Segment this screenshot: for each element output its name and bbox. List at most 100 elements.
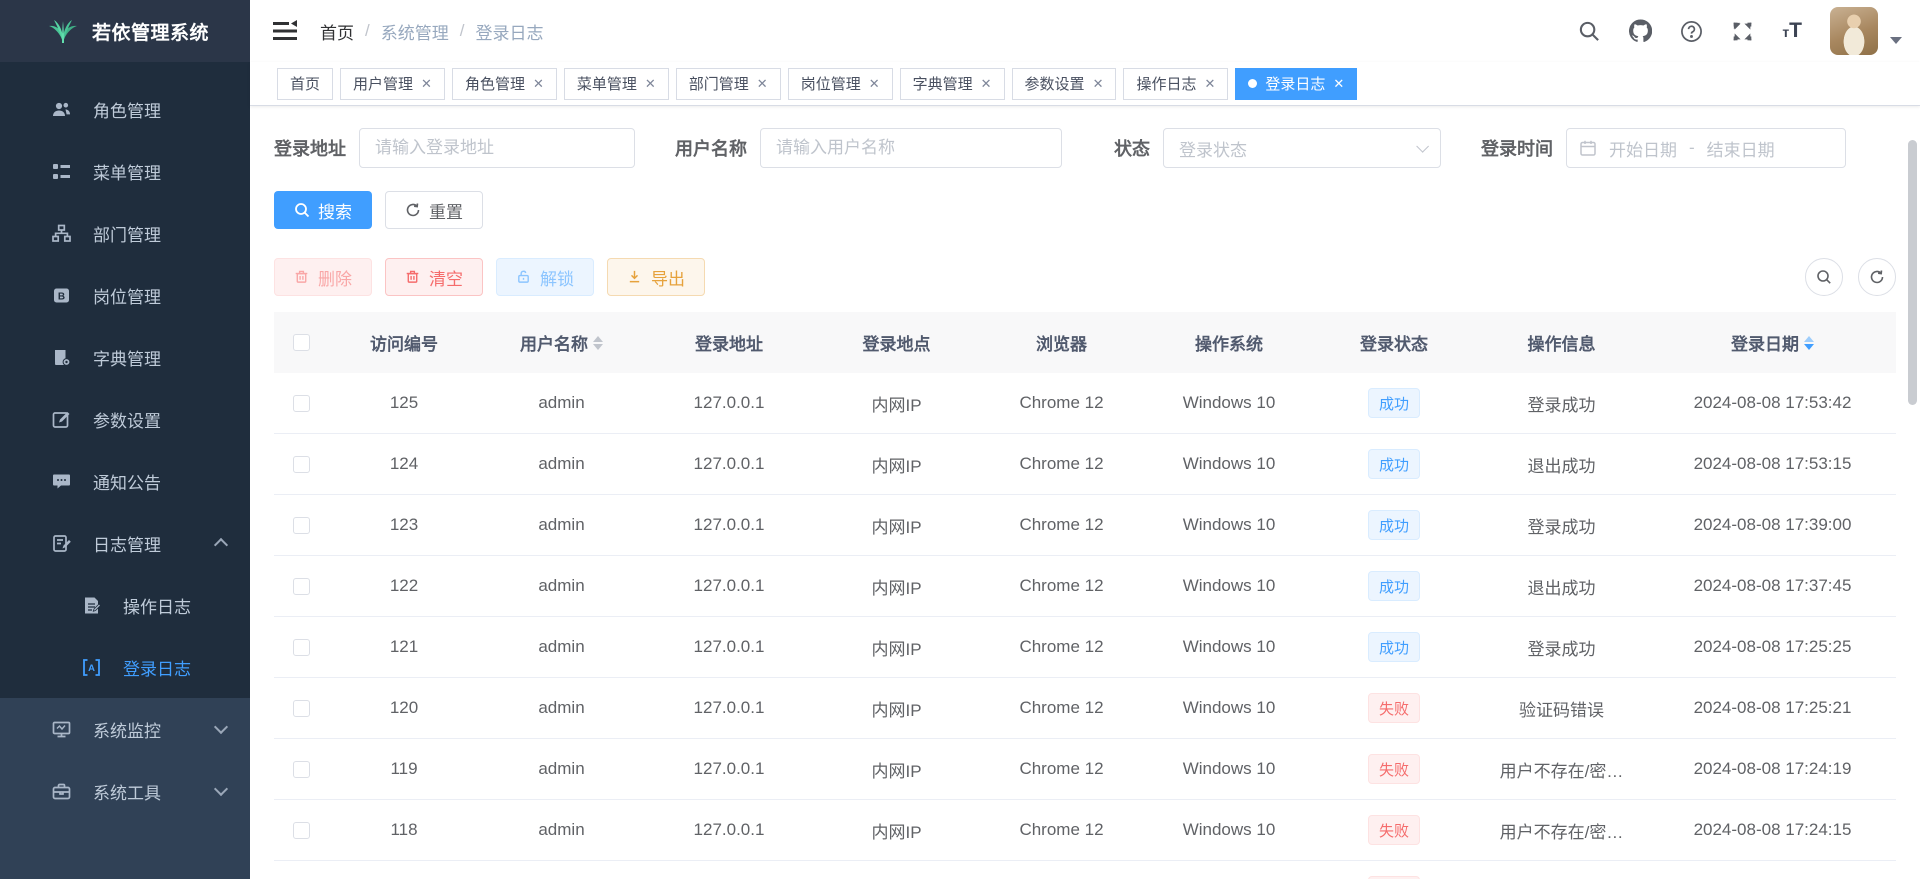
close-icon[interactable]: ✕ [1093,76,1104,92]
cell-message: 验证码错误 [1519,700,1604,720]
tab-部门管理[interactable]: 部门管理 ✕ [675,67,781,100]
row-checkbox[interactable] [293,577,310,595]
row-checkbox[interactable] [293,394,310,412]
username-input[interactable] [760,128,1062,168]
row-checkbox[interactable] [293,638,310,656]
tab-label: 角色管理 [464,76,525,93]
table-row[interactable]: 121 admin 127.0.0.1 内网IP Chrome 12 Windows 10… [274,617,1896,678]
cell-location: 内网IP [871,578,922,598]
sidebar-item-7[interactable]: 参数设置 [0,388,250,450]
table-row[interactable]: 118 admin 127.0.0.1 内网IP Chrome 12 Windows 10… [274,800,1896,861]
column-header-id: 访问编号 [370,335,438,354]
tab-角色管理[interactable]: 角色管理 ✕ [451,67,557,100]
font-size-icon[interactable]: тT [1782,19,1802,43]
export-button[interactable]: 导出 [607,258,705,296]
sidebar-item-bottom-1[interactable]: 系统监控 [0,698,250,760]
cell-date: 2024-08-08 17:25:21 [1693,698,1852,717]
table-row[interactable]: 117admin127.0.0.1内网IPChrome 12Windows 10… [274,861,1896,879]
breadcrumb-home[interactable]: 首页 [320,19,354,44]
logo-leaf-icon [48,17,78,45]
row-checkbox[interactable] [293,455,310,473]
close-icon[interactable]: ✕ [533,76,544,92]
sidebar-item-4[interactable]: 部门管理 [0,202,250,264]
trash-icon [294,269,310,285]
clear-button[interactable]: 清空 [385,258,483,296]
help-icon[interactable] [1680,20,1703,43]
edit-icon [52,410,71,429]
close-icon[interactable]: ✕ [869,76,880,92]
delete-button[interactable]: 删除 [274,258,372,296]
close-icon[interactable]: ✕ [1333,76,1344,92]
tab-登录日志[interactable]: 登录日志 ✕ [1235,67,1358,100]
cell-browser: Chrome 12 [1019,576,1104,595]
close-icon[interactable]: ✕ [421,76,432,92]
search-button[interactable]: 搜索 [274,191,372,229]
column-header-date[interactable]: 登录日期 [1649,330,1896,355]
cell-address: 127.0.0.1 [693,393,765,412]
logo-bar[interactable]: 若依管理系统 [0,0,250,62]
close-icon[interactable]: ✕ [981,76,992,92]
toggle-search-button[interactable] [1805,258,1843,296]
table-row[interactable]: 119 admin 127.0.0.1 内网IP Chrome 12 Windows 10… [274,739,1896,800]
page-scrollbar[interactable] [1908,140,1917,405]
tab-用户管理[interactable]: 用户管理 ✕ [340,67,445,100]
close-icon[interactable]: ✕ [1204,76,1215,92]
sidebar-item-3[interactable]: 菜单管理 [0,140,250,202]
cell-address: 127.0.0.1 [693,759,765,778]
app-title: 若依管理系统 [92,22,210,44]
sidebar-item-8[interactable]: 通知公告 [0,450,250,512]
status-select[interactable]: 登录状态 [1163,128,1441,168]
delete-button-label: 删除 [318,269,352,289]
user-menu[interactable] [1830,7,1902,55]
github-icon[interactable] [1629,19,1653,43]
unlock-button[interactable]: 解锁 [496,258,594,296]
cell-browser: Chrome 12 [1019,698,1104,717]
sidebar-item-label: 操作日志 [123,597,191,617]
sidebar-item-2[interactable]: 角色管理 [0,78,250,140]
row-checkbox[interactable] [293,699,310,717]
close-icon[interactable]: ✕ [757,76,768,92]
tab-操作日志[interactable]: 操作日志 ✕ [1123,67,1229,100]
svg-text:B: B [58,291,65,302]
cell-address: 127.0.0.1 [693,698,765,717]
sort-carets-icon[interactable] [593,335,603,350]
sidebar-item-5[interactable]: B 岗位管理 [0,264,250,326]
reset-button[interactable]: 重置 [385,191,483,229]
cell-message: 用户不存在/密… [1499,761,1624,781]
search-icon[interactable] [1578,20,1601,43]
column-header-user[interactable]: 用户名称 [479,330,644,355]
address-input[interactable] [359,128,635,168]
table-row[interactable]: 125 admin 127.0.0.1 内网IP Chrome 12 Windows 10… [274,373,1896,434]
sidebar-item-10[interactable]: 操作日志 [0,574,250,636]
cell-address: 127.0.0.1 [693,576,765,595]
date-separator: - [1689,138,1695,157]
select-all-checkbox[interactable] [293,334,310,351]
avatar[interactable] [1830,7,1878,55]
close-icon[interactable]: ✕ [645,76,656,92]
tab-菜单管理[interactable]: 菜单管理 ✕ [563,67,669,100]
cell-date: 2024-08-08 17:24:15 [1693,820,1852,839]
sort-carets-icon[interactable] [1804,335,1814,350]
table-row[interactable]: 122 admin 127.0.0.1 内网IP Chrome 12 Windows 10… [274,556,1896,617]
cell-browser: Chrome 12 [1019,393,1104,412]
refresh-table-button[interactable] [1858,258,1896,296]
row-checkbox[interactable] [293,516,310,534]
navbar-actions: тT [1578,7,1902,55]
sidebar-item-9[interactable]: 日志管理 [0,512,250,574]
row-checkbox[interactable] [293,821,310,839]
row-checkbox[interactable] [293,760,310,778]
sidebar-collapse-icon[interactable] [272,18,298,44]
date-range-picker[interactable]: 开始日期 - 结束日期 [1566,128,1846,168]
table-row[interactable]: 120 admin 127.0.0.1 内网IP Chrome 12 Windows 10… [274,678,1896,739]
sidebar-item-6[interactable]: 字典管理 [0,326,250,388]
table-row[interactable]: 123 admin 127.0.0.1 内网IP Chrome 12 Windows 10… [274,495,1896,556]
table-row[interactable]: 124 admin 127.0.0.1 内网IP Chrome 12 Windows 10… [274,434,1896,495]
tab-字典管理[interactable]: 字典管理 ✕ [899,67,1005,100]
tab-首页[interactable]: 首页 [277,67,334,100]
login-log-table: 访问编号 用户名称 登录地址 登录地点 浏览器 操作系统 登录状态 操作信息 登… [274,312,1896,879]
sidebar-item-bottom-2[interactable]: 系统工具 [0,760,250,822]
sidebar-item-11[interactable]: A 登录日志 [0,636,250,698]
fullscreen-icon[interactable] [1731,20,1754,43]
tab-参数设置[interactable]: 参数设置 ✕ [1011,67,1117,100]
tab-岗位管理[interactable]: 岗位管理 ✕ [787,67,893,100]
